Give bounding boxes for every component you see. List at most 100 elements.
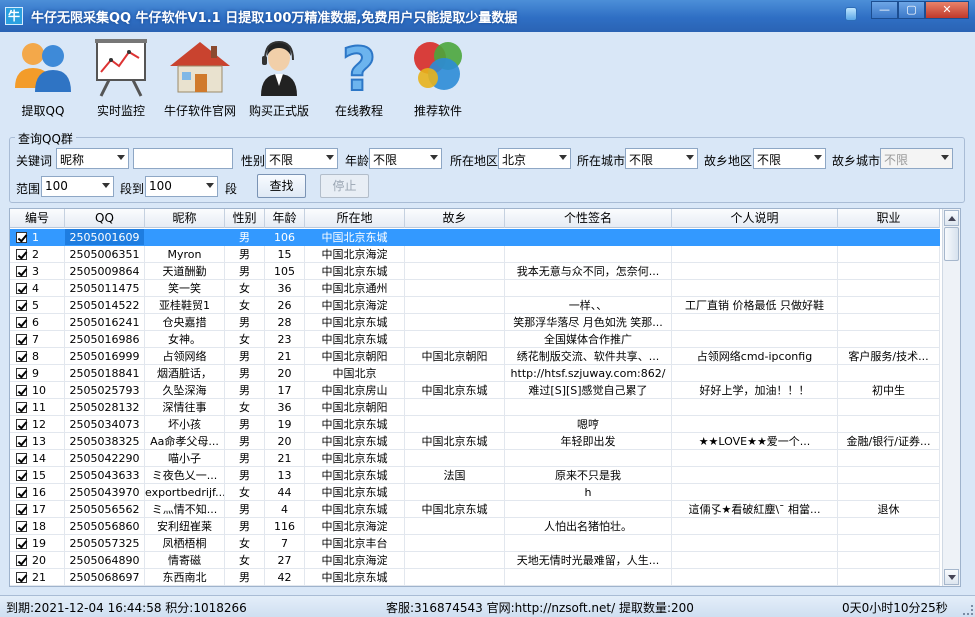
col-header-description[interactable]: 个人说明	[672, 209, 838, 228]
region-label: 所在地区	[450, 154, 499, 168]
keyword-input[interactable]	[133, 148, 233, 169]
cell-age: 27	[265, 552, 305, 569]
col-header-hometown[interactable]: 故乡	[405, 209, 505, 228]
col-header-age[interactable]: 年龄	[265, 209, 305, 228]
table-row[interactable]: 11 2505028132 深情往事女 36 中国北京朝阳	[10, 399, 940, 416]
cell-description: 這倆孓★看破紅塵\ˉ 相當...	[672, 501, 838, 518]
region-select[interactable]: 北京	[498, 148, 571, 169]
cell-occupation	[838, 416, 940, 433]
col-header-index[interactable]: 编号	[10, 209, 65, 228]
col-header-gender[interactable]: 性别	[225, 209, 265, 228]
cell-age: 36	[265, 280, 305, 297]
cell-gender: 男	[225, 382, 265, 399]
city-select[interactable]: 不限	[625, 148, 698, 169]
cell-description	[672, 314, 838, 331]
cell-qq: 2505001609	[65, 229, 145, 246]
cell-gender: 男	[225, 467, 265, 484]
cell-hometown	[405, 280, 505, 297]
cell-nickname: 深情往事	[145, 399, 225, 416]
table-row[interactable]: 10 2505025793 久坠深海男 17 中国北京房山 中国北京东城 难过[S][S]感…	[10, 382, 940, 399]
cell-index: 18	[10, 518, 65, 535]
buy-full-version-button[interactable]: 购买正式版	[237, 32, 321, 122]
cell-age: 19	[265, 416, 305, 433]
pin-icon[interactable]	[845, 7, 857, 21]
results-table[interactable]: 编号 QQ 昵称 性别 年龄 所在地 故乡 个性签名 个人说明 职业 1 2505…	[9, 208, 961, 587]
table-row[interactable]: 7 2505016986 女神。女 23 中国北京东城 全国媒体合作推广	[10, 331, 940, 348]
recommend-software-button[interactable]: 推荐软件	[396, 32, 480, 122]
city-label: 所在城市	[577, 154, 626, 168]
cell-age: 7	[265, 535, 305, 552]
hometown-select[interactable]: 不限	[753, 148, 826, 169]
hometown-city-label: 故乡城市	[832, 154, 881, 168]
table-row[interactable]: 13 2505038325 Aa命孝父母... 男 20 中国北京东城 中国北京东城 年轻即出…	[10, 433, 940, 450]
cell-gender: 男	[225, 518, 265, 535]
title-bar: 牛 牛仔无限采集QQ 牛仔软件V1.1 日提取100万精准数据,免费用户只能提取…	[0, 0, 975, 32]
table-row[interactable]: 1 2505001609 男 106 中国北京东城	[10, 229, 940, 246]
cell-qq: 2505016986	[65, 331, 145, 348]
col-header-location[interactable]: 所在地	[305, 209, 405, 228]
cell-nickname: ミ灬情不知...	[145, 501, 225, 518]
segment-select[interactable]: 100	[145, 176, 218, 197]
col-header-nickname[interactable]: 昵称	[145, 209, 225, 228]
cell-nickname: 笑一笑	[145, 280, 225, 297]
cell-description: 好好上学，加油！！！	[672, 382, 838, 399]
col-header-occupation[interactable]: 职业	[838, 209, 940, 228]
table-row[interactable]: 4 2505011475 笑一笑女 36 中国北京通州	[10, 280, 940, 297]
table-row[interactable]: 18 2505056860 安利纽崔莱男 116 中国北京海淀 人怕出名猪怕壮。	[10, 518, 940, 535]
cell-gender: 男	[225, 569, 265, 586]
cell-gender: 女	[225, 297, 265, 314]
scroll-up-button[interactable]	[944, 210, 959, 226]
cell-age: 23	[265, 331, 305, 348]
vertical-scrollbar[interactable]	[942, 209, 960, 586]
maximize-button[interactable]: ▢	[898, 1, 925, 19]
realtime-monitor-button[interactable]: 实时监控	[79, 32, 163, 122]
table-row[interactable]: 14 2505042290 喵小子男 21 中国北京东城	[10, 450, 940, 467]
cell-occupation	[838, 535, 940, 552]
online-tutorial-button[interactable]: ? 在线教程	[317, 32, 401, 122]
cell-qq: 2505016999	[65, 348, 145, 365]
cell-signature: 全国媒体合作推广	[505, 331, 672, 348]
scroll-down-button[interactable]	[944, 569, 959, 585]
cell-gender: 男	[225, 314, 265, 331]
cell-location: 中国北京东城	[305, 229, 405, 246]
hometown-city-select[interactable]: 不限	[880, 148, 953, 169]
official-site-button[interactable]: 牛仔软件官网	[158, 32, 242, 122]
search-button[interactable]: 查找	[257, 174, 306, 198]
gender-select[interactable]: 不限	[265, 148, 338, 169]
table-row[interactable]: 6 2505016241 仓央嘉措男 28 中国北京东城 笑那浮华落尽 月色如洗 笑那..…	[10, 314, 940, 331]
col-header-qq[interactable]: QQ	[65, 209, 145, 228]
stop-button[interactable]: 停止	[320, 174, 369, 198]
cell-gender: 女	[225, 552, 265, 569]
table-row[interactable]: 21 2505068697 东西南北男 42 中国北京东城	[10, 569, 940, 586]
table-row[interactable]: 17 2505056562 ミ灬情不知... 男 4 中国北京东城 中国北京东城 這倆孓★看破…	[10, 501, 940, 518]
range-select[interactable]: 100	[41, 176, 114, 197]
table-row[interactable]: 3 2505009864 天道酬勤男 105 中国北京东城 我本无意与众不同，怎奈何...	[10, 263, 940, 280]
cell-location: 中国北京丰台	[305, 535, 405, 552]
table-row[interactable]: 12 2505034073 坏小孩男 19 中国北京东城 嗯哼	[10, 416, 940, 433]
close-button[interactable]: ✕	[925, 1, 969, 19]
cell-hometown	[405, 263, 505, 280]
table-row[interactable]: 15 2505043633 ミ夜色乂一... 男 13 中国北京东城 法国 原来不只是我	[10, 467, 940, 484]
minimize-button[interactable]: —	[871, 1, 898, 19]
scroll-thumb[interactable]	[944, 227, 959, 261]
col-header-signature[interactable]: 个性签名	[505, 209, 672, 228]
table-row[interactable]: 16 2505043970 exportbedrijf... 女 44 中国北京东城 h	[10, 484, 940, 501]
cell-nickname: 烟酒脏话，	[145, 365, 225, 382]
table-row[interactable]: 9 2505018841 烟酒脏话，男 20 中国北京 http://htsf.szjuw…	[10, 365, 940, 382]
cell-location: 中国北京海淀	[305, 246, 405, 263]
keyword-type-select[interactable]: 昵称	[56, 148, 129, 169]
cell-index: 5	[10, 297, 65, 314]
table-row[interactable]: 8 2505016999 占领网络男 21 中国北京朝阳 中国北京朝阳 绣花制版交流、软件共…	[10, 348, 940, 365]
table-row[interactable]: 20 2505064890 情寄磁女 27 中国北京海淀 天地无情时光最难留，人生...	[10, 552, 940, 569]
table-row[interactable]: 19 2505057325 凤栖梧桐女 7 中国北京丰台	[10, 535, 940, 552]
table-row[interactable]: 2 2505006351 Myron 男 15 中国北京海淀	[10, 246, 940, 263]
extract-qq-button[interactable]: 提取QQ	[1, 32, 85, 122]
cell-qq: 2505056860	[65, 518, 145, 535]
cell-gender: 男	[225, 246, 265, 263]
table-row[interactable]: 5 2505014522 亚桂鞋贸1 女 26 中国北京海淀 一样、、 工厂直销 价格最低 只…	[10, 297, 940, 314]
cell-hometown	[405, 535, 505, 552]
cell-qq: 2505034073	[65, 416, 145, 433]
cell-signature: 难过[S][S]感觉自己累了	[505, 382, 672, 399]
age-select[interactable]: 不限	[369, 148, 442, 169]
resize-grip-icon[interactable]	[963, 605, 973, 615]
